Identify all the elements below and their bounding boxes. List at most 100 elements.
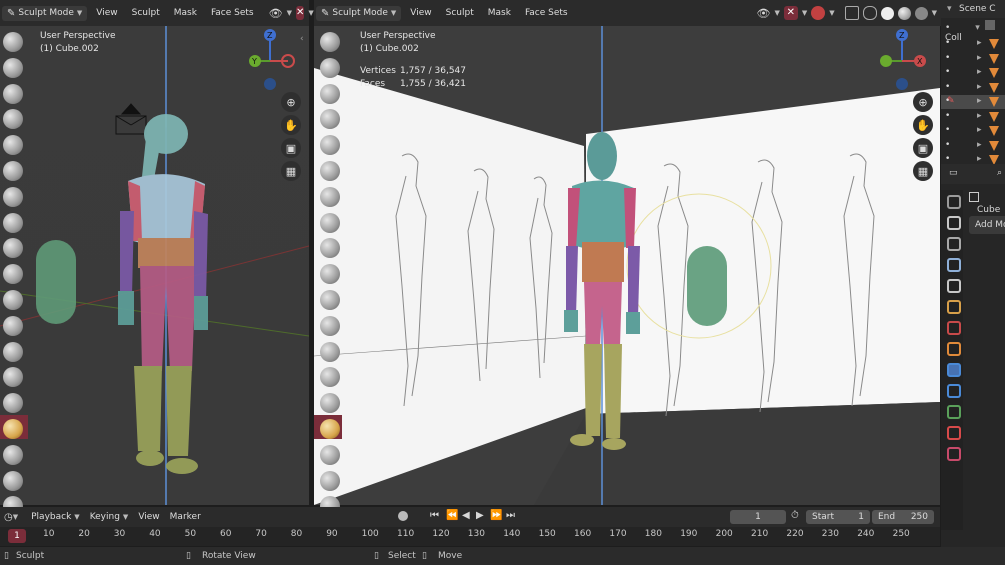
visibility-icon[interactable]: • [945, 140, 950, 150]
visibility-icon[interactable]: • [945, 67, 950, 77]
outliner-row-object[interactable]: • ▸ [941, 110, 1005, 124]
jump-start-icon[interactable]: ⏮ [430, 510, 439, 521]
outliner-row-collection[interactable]: • ▾ Coll [945, 20, 1005, 43]
sculpt-brush-tool-icon[interactable] [3, 419, 23, 439]
left-viewport[interactable]: User Perspective (1) Cube.002 Z Y ⊕ ✋ ▣ … [0, 26, 309, 505]
sculpt-brush-tool-icon[interactable] [320, 161, 340, 181]
jump-end-icon[interactable]: ⏭ [506, 510, 515, 521]
physics-icon[interactable] [947, 405, 961, 419]
sculpt-brush-tool-icon[interactable] [320, 470, 340, 491]
perspective-grid-icon[interactable]: ▦ [281, 161, 301, 181]
end-frame-field[interactable]: End 250 [872, 510, 934, 524]
sculpt-brush-tool-icon[interactable] [3, 57, 23, 78]
zoom-icon[interactable]: ⊕ [913, 92, 933, 112]
visibility-icon[interactable]: • [945, 23, 950, 33]
navigation-gizmo-left[interactable]: Z Y [244, 26, 304, 96]
chevron-down-icon[interactable]: ▼ [287, 9, 292, 17]
collection-icon[interactable] [947, 321, 961, 335]
start-frame-field[interactable]: Start 1 [806, 510, 870, 524]
chevron-down-icon[interactable]: ▼ [13, 513, 18, 521]
sculpt-brush-tool-icon[interactable] [320, 315, 340, 336]
symmetry-icon[interactable]: ✕ [783, 6, 798, 20]
shading-wireframe-icon[interactable] [862, 6, 877, 20]
record-icon[interactable] [398, 511, 408, 521]
shading-solid-icon[interactable] [880, 6, 894, 20]
expand-arrow-icon[interactable]: ▸ [977, 111, 982, 121]
sculpt-mode-icon[interactable]: ✎ [947, 96, 955, 106]
menu-face-sets-right[interactable]: Face Sets [520, 6, 573, 20]
constraints-icon[interactable] [947, 426, 961, 440]
pan-hand-icon[interactable]: ✋ [281, 115, 301, 135]
chevron-down-icon[interactable]: ▼ [829, 9, 834, 17]
visibility-icon[interactable]: • [945, 125, 950, 135]
sculpt-brush-tool-icon[interactable] [320, 290, 340, 310]
object-icon[interactable] [947, 342, 961, 356]
shading-material-icon[interactable] [897, 6, 911, 20]
visibility-icon[interactable]: • [945, 154, 950, 164]
outliner-row-object[interactable]: • ▸ ✎ [941, 95, 1005, 109]
marker-menu[interactable]: Marker [165, 510, 206, 524]
tool-icon[interactable] [947, 195, 961, 209]
visibility-icon[interactable]: • [945, 38, 950, 48]
visibility-icon[interactable]: 👁 [756, 7, 770, 20]
particles-icon[interactable] [947, 384, 961, 398]
outliner-row-object[interactable]: • ▸ [941, 139, 1005, 153]
expand-arrow-icon[interactable]: ▸ [977, 125, 982, 135]
navigation-gizmo-right[interactable]: Z X [874, 26, 934, 96]
sculpt-brush-tool-icon[interactable] [3, 32, 23, 52]
mode-dropdown-right[interactable]: ✎ Sculpt Mode ▼ [316, 5, 402, 21]
data-icon[interactable] [947, 447, 961, 461]
expand-arrow-icon[interactable]: ▸ [977, 82, 982, 92]
sculpt-brush-tool-icon[interactable] [320, 83, 340, 104]
menu-mask-right[interactable]: Mask [483, 6, 516, 20]
sculpt-brush-tool-icon[interactable] [320, 444, 340, 465]
editor-clock-icon[interactable]: ◷ [4, 512, 13, 523]
expand-arrow-icon[interactable]: ▸ [977, 38, 982, 48]
sculpt-brush-tool-icon[interactable] [320, 57, 340, 78]
sculpt-brush-tool-icon[interactable] [320, 341, 340, 362]
sculpt-brush-tool-icon[interactable] [320, 419, 340, 439]
play-reverse-icon[interactable]: ◀ [462, 510, 470, 521]
current-frame-field[interactable]: 1 [730, 510, 786, 524]
sculpt-brush-tool-icon[interactable] [3, 83, 23, 104]
sculpt-brush-tool-icon[interactable] [3, 315, 23, 336]
menu-sculpt-left[interactable]: Sculpt [127, 6, 165, 20]
add-modifier-button[interactable]: Add Mo [969, 216, 1005, 234]
chevron-down-icon[interactable]: ▼ [932, 9, 937, 17]
next-keyframe-icon[interactable]: ⏩ [490, 510, 502, 521]
right-viewport[interactable]: User Perspective (1) Cube.002 Vertices 1,… [314, 26, 940, 505]
sculpt-brush-tool-icon[interactable] [3, 470, 23, 491]
symmetry-icon[interactable]: ✕ [295, 6, 305, 20]
sculpt-brush-tool-icon[interactable] [3, 186, 23, 207]
outliner-row-object[interactable]: • ▸ [941, 124, 1005, 138]
sculpt-brush-tool-icon[interactable] [3, 161, 23, 181]
playhead-frame[interactable]: 1 [8, 529, 26, 543]
search-icon[interactable]: ⌕ [997, 168, 1002, 178]
render-icon[interactable] [947, 216, 961, 230]
zoom-icon[interactable]: ⊕ [281, 92, 301, 112]
play-icon[interactable]: ▶ [476, 510, 484, 521]
menu-mask-left[interactable]: Mask [169, 6, 202, 20]
perspective-grid-icon[interactable]: ▦ [913, 161, 933, 181]
outliner-row-object[interactable]: • ▸ [941, 66, 1005, 80]
menu-sculpt-right[interactable]: Sculpt [441, 6, 479, 20]
expand-arrow-icon[interactable]: ▸ [977, 67, 982, 77]
shading-rendered-icon[interactable] [914, 6, 928, 20]
menu-view-left[interactable]: View [91, 6, 122, 20]
expand-arrow-icon[interactable]: ▸ [977, 96, 982, 106]
expand-arrow-icon[interactable]: ▸ [977, 53, 982, 63]
sculpt-brush-tool-icon[interactable] [3, 290, 23, 310]
mode-dropdown-left[interactable]: ✎ Sculpt Mode ▼ [2, 5, 88, 21]
visibility-icon[interactable]: • [945, 53, 950, 63]
sculpt-brush-tool-icon[interactable] [320, 186, 340, 207]
outliner-row-object[interactable]: • ▸ [941, 81, 1005, 95]
visibility-icon[interactable]: 👁 [269, 7, 283, 20]
visibility-icon[interactable]: • [945, 82, 950, 92]
overlay-icon[interactable] [811, 6, 826, 20]
sculpt-brush-tool-icon[interactable] [320, 212, 340, 233]
sculpt-brush-tool-icon[interactable] [320, 32, 340, 52]
timeline-ruler[interactable]: 1 10 20 30 40 50 60 70 80 90 100 110 120 130 140 150 16… [0, 527, 940, 546]
scene-icon[interactable] [947, 279, 961, 293]
sculpt-brush-tool-icon[interactable] [3, 444, 23, 465]
camera-view-icon[interactable]: ▣ [913, 138, 933, 158]
